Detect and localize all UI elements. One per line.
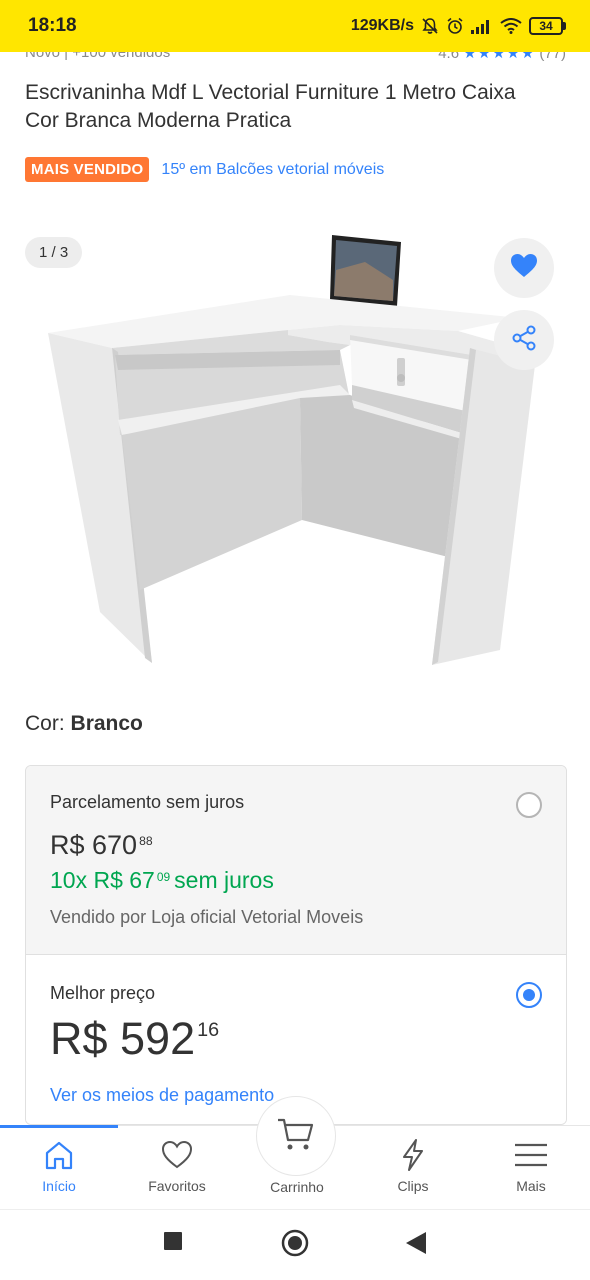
nav-cart[interactable] [256, 1096, 336, 1176]
rating[interactable]: 4.6 ★★★★★ (77) [438, 52, 566, 62]
status-icons: 129KB/s 34 [351, 17, 566, 35]
seller-info: Vendido por Loja oficial Vetorial Moveis [50, 907, 364, 927]
best-price: R$ 592 16 [50, 1013, 219, 1065]
price-cents: 16 [197, 1019, 220, 1041]
alarm-icon [446, 17, 464, 35]
recent-apps-button[interactable] [164, 1232, 182, 1255]
nav-more[interactable]: Mais [472, 1126, 590, 1210]
payment-methods-link[interactable]: Ver os meios de pagamento [50, 1085, 274, 1106]
battery-level: 34 [529, 17, 563, 35]
product-image[interactable] [40, 230, 550, 680]
share-button[interactable] [494, 310, 554, 370]
share-icon [510, 324, 538, 357]
status-bar: 18:18 129KB/s 34 [0, 0, 590, 52]
status-time: 18:18 [28, 15, 77, 36]
price-main: R$ 592 [50, 1013, 196, 1064]
rating-count: (77) [539, 52, 566, 62]
installments-suffix: sem juros [174, 867, 274, 893]
home-icon [43, 1138, 75, 1172]
system-navigation [0, 1209, 590, 1280]
category-ranking-link[interactable]: 15º em Balcões vetorial móveis [161, 161, 384, 179]
favorite-button[interactable] [494, 238, 554, 298]
best-seller-badge: MAIS VENDIDO [25, 157, 150, 182]
wifi-icon [500, 18, 522, 34]
nav-home[interactable]: Início [0, 1126, 118, 1210]
installments-price: R$ 670 88 [50, 830, 153, 861]
installments-amount: 10x R$ 67 [50, 867, 155, 893]
installments-radio[interactable] [516, 792, 542, 818]
signal-icon [471, 18, 493, 34]
option-installments[interactable]: Parcelamento sem juros R$ 670 88 10x R$ 6… [26, 766, 566, 955]
option-title: Melhor preço [50, 983, 156, 1003]
condition-sold: Novo | +100 vendidos [25, 52, 171, 61]
network-speed: 129KB/s [350, 17, 414, 34]
heart-outline-icon [161, 1138, 193, 1172]
nav-label: Início [42, 1178, 76, 1194]
nav-label: Favoritos [148, 1178, 206, 1194]
color-selector[interactable]: Cor: Branco [25, 712, 143, 736]
product-meta: Novo | +100 vendidos 4.6 ★★★★★ (77) [0, 52, 590, 66]
installments-detail: 10x R$ 67 09 sem juros [50, 867, 274, 894]
heart-icon [510, 253, 538, 284]
image-gallery[interactable]: 1 / 3 [0, 230, 590, 680]
rating-stars-icon: ★★★★★ [463, 52, 536, 62]
square-icon [164, 1232, 182, 1255]
color-label: Cor: [25, 712, 65, 735]
menu-icon [514, 1138, 548, 1172]
cart-icon [276, 1116, 316, 1157]
nav-cart-label[interactable]: Carrinho [238, 1179, 356, 1195]
option-title: Parcelamento sem juros [50, 792, 245, 812]
badge-row: MAIS VENDIDO 15º em Balcões vetorial móv… [25, 157, 384, 182]
mute-bell-icon [421, 17, 439, 35]
product-title: Escrivaninha Mdf L Vectorial Furniture 1… [25, 81, 516, 132]
nav-clips[interactable]: Clips [354, 1126, 472, 1210]
rating-value: 4.6 [438, 52, 460, 62]
best-price-radio[interactable] [516, 982, 542, 1008]
circle-icon [281, 1229, 309, 1262]
lightning-icon [399, 1138, 427, 1172]
nav-label: Clips [397, 1178, 429, 1194]
bottom-navigation: Início Favoritos Carrinho Clips Mais [0, 1096, 590, 1210]
battery-icon: 34 [529, 17, 566, 35]
nav-label: Mais [516, 1178, 546, 1194]
payment-options-card: Parcelamento sem juros R$ 670 88 10x R$ 6… [25, 765, 567, 1125]
home-button[interactable] [281, 1229, 309, 1262]
price-main: R$ 670 [50, 830, 138, 860]
color-value: Branco [70, 712, 143, 735]
back-triangle-icon [406, 1232, 426, 1259]
price-cents: 88 [139, 834, 153, 848]
nav-favorites[interactable]: Favoritos [118, 1126, 236, 1210]
image-counter: 1 / 3 [25, 237, 83, 268]
back-button[interactable] [406, 1232, 426, 1259]
installments-cents: 09 [156, 870, 171, 884]
